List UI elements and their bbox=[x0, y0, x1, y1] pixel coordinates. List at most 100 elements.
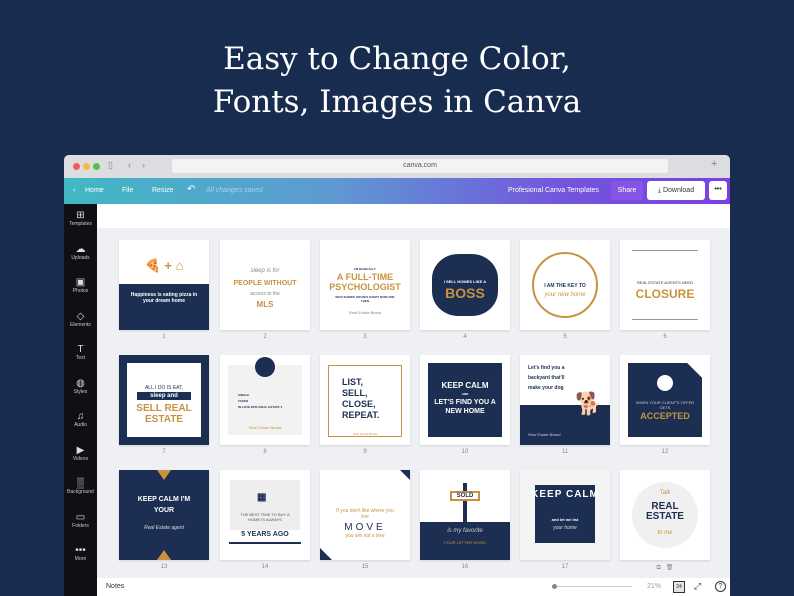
page-number: 1 bbox=[162, 334, 166, 340]
download-label: Download bbox=[662, 187, 695, 194]
template-thumbnail[interactable]: sleep is for PEOPLE WITHOUT access to the M… bbox=[220, 240, 310, 330]
thumbnail-text: LET'S FIND YOU A NEW HOME bbox=[434, 399, 496, 415]
share-button[interactable]: Share bbox=[611, 181, 643, 200]
close-dot[interactable] bbox=[73, 163, 80, 170]
thumbnail-text: KEEP CALM I'M YOUR bbox=[137, 496, 191, 514]
thumbnail-text: SELL, bbox=[342, 388, 368, 398]
background-icon: ▒ bbox=[76, 478, 85, 489]
thumbnail-text: Happiness is eating pizza in your dream … bbox=[130, 292, 198, 304]
sidebar-item-folders[interactable]: ▭ Folders bbox=[64, 512, 97, 529]
template-thumbnail[interactable]: ▦ THE BEST TIME TO BUY A HOME IS ALWAYS 5 … bbox=[220, 470, 310, 560]
sidebar-toggle-icon[interactable]: ▯ bbox=[108, 160, 113, 171]
more-options-button[interactable]: ••• bbox=[709, 181, 727, 200]
template-thumbnail[interactable]: KEEP CALM and let me list your home bbox=[520, 470, 610, 560]
save-status: All changes saved bbox=[206, 187, 263, 194]
browser-window: ▯ ‹ › canva.com + ‹ Home File Resize ↶ A… bbox=[64, 155, 730, 596]
template-thumbnail[interactable]: KEEP CALM AND LET'S FIND YOU A NEW HOME bbox=[420, 355, 510, 445]
thumbnail-text: Real Estate Brand bbox=[352, 432, 378, 436]
thumbnail-text: to me bbox=[657, 530, 673, 536]
sidebar-item-label: Uploads bbox=[71, 254, 90, 261]
page-number: 9 bbox=[363, 449, 367, 455]
sidebar-item-label: Audio bbox=[74, 422, 87, 428]
sidebar-item-more[interactable]: ••• More bbox=[64, 545, 97, 562]
notes-button[interactable]: Notes bbox=[106, 583, 124, 590]
canvas-top-strip bbox=[97, 204, 730, 228]
page-number: 3 bbox=[363, 334, 367, 340]
template-thumbnail[interactable]: SINGLE TAKEN IN LOVE WITH REAL ESTATE ♥ Rea… bbox=[220, 355, 310, 445]
resize-button[interactable]: Resize bbox=[152, 187, 173, 194]
file-menu[interactable]: File bbox=[122, 187, 133, 194]
back-icon[interactable]: ‹ bbox=[128, 160, 131, 170]
page-number: 17 bbox=[561, 564, 569, 570]
thumbnail-text: CLOSURE bbox=[635, 287, 695, 301]
sidebar-item-templates[interactable]: ⊞ Templates bbox=[64, 210, 97, 227]
sidebar-item-label: Styles bbox=[73, 388, 88, 395]
template-thumbnail[interactable]: KEEP CALM I'M YOUR Real Estate agent bbox=[119, 470, 209, 560]
thumbnail-text: access to the bbox=[250, 291, 280, 297]
thumbnail-text: MOVE bbox=[344, 522, 386, 533]
thumbnail-text: REAL ESTATE AGENTS NEED bbox=[637, 280, 693, 285]
undo-icon[interactable]: ↶ bbox=[187, 184, 195, 195]
template-thumbnail[interactable]: Talk REAL ESTATE to me bbox=[620, 470, 710, 560]
headline-line-2: Fonts, Images in Canva bbox=[212, 84, 582, 120]
fullscreen-icon[interactable]: ⤢ bbox=[694, 581, 701, 592]
template-thumbnail[interactable]: I'M BASICALLY A FULL-TIME PSYCHOLOGIST WHO… bbox=[320, 240, 410, 330]
page-number: 15 bbox=[361, 564, 369, 570]
delete-page-icon[interactable]: 🗑 bbox=[666, 565, 674, 571]
template-thumbnail[interactable]: 🐕 Let's find you a backyard that'll make … bbox=[520, 355, 610, 445]
thumbnail-text: BOSS bbox=[445, 285, 485, 301]
thumbnail-text: REPEAT. bbox=[342, 410, 380, 420]
sidebar-item-videos[interactable]: ▶ Videos bbox=[64, 445, 97, 462]
duplicate-page-icon[interactable]: ⧉ bbox=[657, 565, 661, 571]
zoom-slider-track[interactable] bbox=[557, 586, 632, 587]
sidebar-item-label: Folders bbox=[72, 522, 89, 529]
template-thumbnail[interactable]: I SELL HOMES LIKE A BOSS bbox=[420, 240, 510, 330]
audio-icon: ♫ bbox=[76, 411, 85, 422]
project-title[interactable]: Profesional Canva Templates bbox=[508, 187, 599, 194]
minimize-dot[interactable] bbox=[83, 163, 90, 170]
sidebar-item-styles[interactable]: ◍ Styles bbox=[64, 378, 97, 395]
thumbnail-text: ALL I DO IS EAT, bbox=[144, 385, 184, 391]
sidebar-item-background[interactable]: ▒ Background bbox=[64, 478, 97, 495]
forward-icon[interactable]: › bbox=[142, 160, 145, 170]
thumbnail-text: Real Estate agent bbox=[144, 525, 184, 531]
thumbnail-text: If you don't like where you live bbox=[336, 508, 394, 520]
sidebar-item-label: Text bbox=[75, 355, 86, 361]
sidebar-item-audio[interactable]: ♫ Audio bbox=[64, 411, 97, 428]
template-thumbnail[interactable]: REAL ESTATE AGENTS NEED CLOSURE bbox=[620, 240, 710, 330]
maximize-dot[interactable] bbox=[93, 163, 100, 170]
sidebar-item-text[interactable]: T Text bbox=[64, 344, 97, 361]
text-icon: T bbox=[77, 344, 84, 355]
templates-icon: ⊞ bbox=[76, 210, 85, 221]
help-button[interactable]: ? bbox=[715, 581, 726, 592]
template-thumbnail[interactable]: WHEN YOUR CLIENT'S OFFER GETS ACCEPTED bbox=[620, 355, 710, 445]
template-thumbnail[interactable]: SOLD is my favorite FOUR LETTER WORD bbox=[420, 470, 510, 560]
page-count-button[interactable]: 24 bbox=[673, 581, 685, 593]
sidebar-item-label: Photos bbox=[72, 288, 89, 294]
page-number: 10 bbox=[461, 449, 469, 455]
sidebar-item-photos[interactable]: ▣ Photos bbox=[64, 277, 97, 294]
sidebar: ⊞ Templates ☁ Uploads ▣ Photos ◇ Elements T Text ◍… bbox=[64, 204, 97, 596]
chevron-left-icon[interactable]: ‹ bbox=[73, 187, 75, 194]
thumbnail-text: SOLD bbox=[450, 491, 480, 501]
template-thumbnail[interactable]: I AM THE KEY TO your new home bbox=[520, 240, 610, 330]
address-bar[interactable]: canva.com bbox=[172, 159, 668, 173]
thumbnail-text: is my favorite bbox=[447, 528, 483, 534]
download-button[interactable]: ⤓ Download bbox=[647, 181, 705, 200]
page-number: 14 bbox=[261, 564, 269, 570]
thumbnail-text: you are not a tree bbox=[345, 533, 385, 539]
template-thumbnail[interactable]: 🍕 + ⌂ Happiness is eating pizza in your d… bbox=[119, 240, 209, 330]
sidebar-item-label: Templates bbox=[69, 221, 92, 227]
template-thumbnail[interactable]: ALL I DO IS EAT, sleep and SELL REAL ESTAT… bbox=[119, 355, 209, 445]
sidebar-item-uploads[interactable]: ☁ Uploads bbox=[64, 244, 97, 261]
template-thumbnail[interactable]: If you don't like where you live MOVE you … bbox=[320, 470, 410, 560]
thumbnail-text: your home bbox=[553, 525, 577, 531]
new-tab-icon[interactable]: + bbox=[711, 158, 717, 170]
thumbnail-text: ACCEPTED bbox=[640, 411, 690, 421]
thumbnail-text: THE BEST TIME TO BUY A HOME IS ALWAYS bbox=[240, 512, 290, 522]
sidebar-item-elements[interactable]: ◇ Elements bbox=[64, 311, 97, 328]
template-thumbnail[interactable]: LIST, SELL, CLOSE, REPEAT. Real Estate Brand bbox=[320, 355, 410, 445]
thumbnail-text: and let me list bbox=[551, 517, 579, 522]
home-button[interactable]: Home bbox=[85, 187, 104, 194]
thumbnail-text: your new home bbox=[544, 292, 586, 298]
